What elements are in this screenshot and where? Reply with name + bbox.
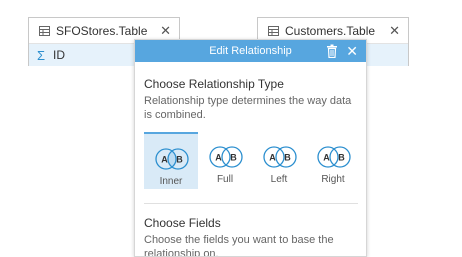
- relationship-type-label: Right: [321, 174, 345, 185]
- venn-label-a: A: [323, 153, 330, 163]
- dialog-title: Edit Relationship: [209, 45, 292, 57]
- venn-label-a: A: [269, 153, 276, 163]
- relationship-type-label: Left: [270, 174, 288, 185]
- venn-right-icon: A B: [317, 146, 351, 168]
- venn-label-b: B: [338, 153, 345, 163]
- relationship-type-right[interactable]: A B Right: [306, 132, 360, 189]
- venn-label-a: A: [161, 155, 168, 165]
- sigma-icon: Σ: [37, 47, 46, 63]
- relationship-type-label: Inner: [159, 176, 183, 187]
- relationship-type-heading: Choose Relationship Type: [144, 77, 284, 91]
- workspace: SFOStores.Table ✕ Σ ID Customers.Table ✕…: [0, 0, 462, 257]
- venn-label-b: B: [230, 153, 237, 163]
- table-icon: [39, 25, 50, 36]
- venn-label-a: A: [215, 153, 222, 163]
- table-icon: [268, 25, 279, 36]
- venn-inner-icon: A B: [155, 148, 189, 170]
- choose-fields-description: Choose the fields you want to base the r…: [144, 234, 334, 257]
- dataset-title: Customers.Table: [285, 23, 376, 38]
- close-icon[interactable]: ✕: [346, 43, 358, 59]
- relationship-type-label: Full: [216, 174, 234, 185]
- trash-icon[interactable]: [326, 44, 338, 58]
- venn-full-icon: A B: [209, 146, 243, 168]
- relationship-type-left[interactable]: A B Left: [252, 132, 306, 189]
- dialog-header: Edit Relationship ✕: [135, 40, 366, 62]
- field-label: ID: [53, 48, 66, 62]
- choose-fields-heading: Choose Fields: [144, 216, 221, 230]
- close-icon[interactable]: ✕: [389, 24, 400, 37]
- section-divider: [144, 203, 358, 204]
- close-icon[interactable]: ✕: [160, 24, 171, 37]
- relationship-type-inner[interactable]: A B Inner: [144, 132, 198, 189]
- relationship-type-options: A B Inner A B Full A B Left A B Right: [144, 132, 360, 189]
- relationship-type-description: Relationship type determines the way dat…: [144, 95, 352, 121]
- venn-left-icon: A B: [263, 146, 297, 168]
- venn-label-b: B: [176, 155, 183, 165]
- relationship-type-full[interactable]: A B Full: [198, 132, 252, 189]
- edit-relationship-dialog: Edit Relationship ✕ Choose Relationship …: [134, 39, 367, 257]
- dataset-title: SFOStores.Table: [56, 23, 148, 38]
- venn-label-b: B: [284, 153, 291, 163]
